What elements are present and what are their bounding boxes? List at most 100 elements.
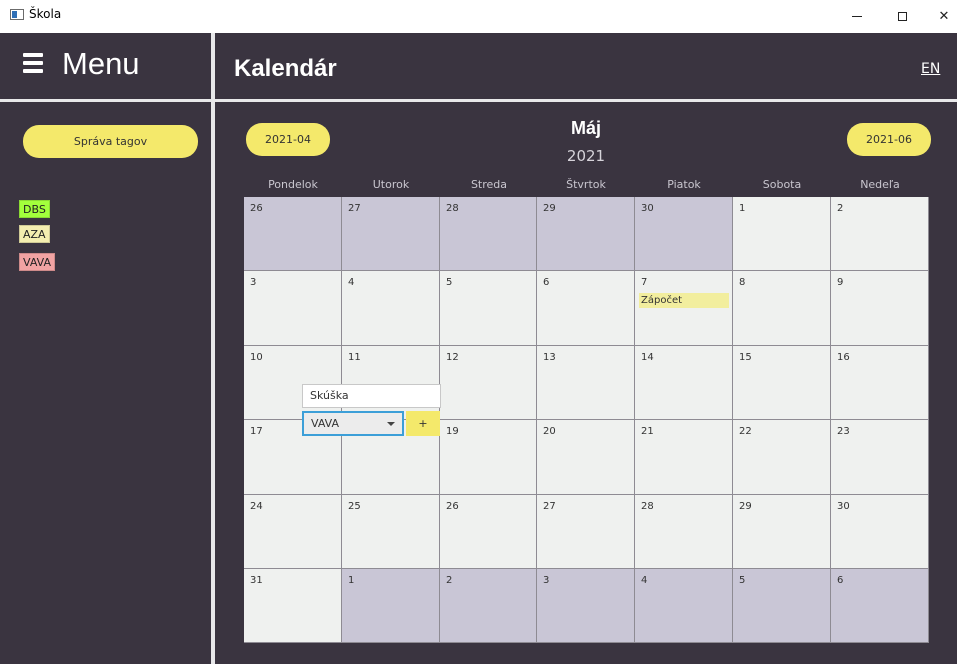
day-number: 11 <box>348 351 361 363</box>
calendar-day-cell[interactable]: 6 <box>831 569 929 644</box>
calendar-day-cell[interactable]: 11 <box>342 345 440 421</box>
calendar-day-cell[interactable]: 13 <box>537 345 635 421</box>
calendar-day-cell[interactable]: 26 <box>244 197 342 272</box>
sidebar: Menu Správa tagov DBS AZA VAVA <box>0 33 211 664</box>
calendar-day-cell[interactable]: 23 <box>831 420 929 495</box>
close-icon: ✕ <box>938 8 950 24</box>
day-number: 29 <box>543 203 556 214</box>
calendar-day-cell[interactable]: 25 <box>342 494 440 569</box>
day-number: 2 <box>446 575 453 586</box>
calendar-day-cell[interactable]: 30 <box>635 197 733 272</box>
calendar-day-cell[interactable]: 3 <box>244 271 342 346</box>
calendar-day-cell[interactable]: 12 <box>440 345 537 421</box>
page-title: Kalendár <box>234 55 337 82</box>
day-number: 28 <box>641 500 654 512</box>
calendar-day-cell[interactable]: 8 <box>733 271 831 346</box>
calendar-day-cell[interactable]: 4 <box>635 569 733 644</box>
day-number: 3 <box>543 575 550 586</box>
calendar-day-cell[interactable]: 28 <box>440 197 537 272</box>
main-panel: Kalendár EN 2021-04 2021-06 Máj 2021 Pon… <box>215 33 957 664</box>
day-number: 4 <box>641 575 648 586</box>
day-number: 4 <box>348 277 355 289</box>
manage-tags-button[interactable]: Správa tagov <box>23 125 198 158</box>
weekday-header: Sobota <box>762 178 802 191</box>
weekday-header: Piatok <box>667 178 701 191</box>
day-number: 24 <box>250 500 263 512</box>
calendar-event[interactable]: Zápočet <box>639 293 729 309</box>
calendar-day-cell[interactable]: 7 Zápočet <box>635 271 733 346</box>
calendar-day-cell[interactable]: 5 <box>440 271 537 346</box>
day-number: 19 <box>446 426 459 438</box>
calendar-day-cell[interactable]: 30 <box>831 494 929 569</box>
day-number: 31 <box>250 575 263 586</box>
calendar-day-cell[interactable]: 1 <box>733 197 831 272</box>
hamburger-icon[interactable] <box>23 53 43 73</box>
sidebar-header: Menu <box>0 33 211 99</box>
calendar-day-cell[interactable]: 10 <box>244 345 342 421</box>
tag-vava[interactable]: VAVA <box>19 253 55 271</box>
event-tag-select[interactable]: VAVA <box>302 411 404 436</box>
calendar-day-cell[interactable]: 3 <box>537 569 635 644</box>
calendar-day-cell[interactable]: 29 <box>733 494 831 569</box>
day-number: 1 <box>739 203 746 214</box>
calendar-day-cell[interactable]: 21 <box>635 420 733 495</box>
day-number: 20 <box>543 426 556 438</box>
day-number: 27 <box>348 203 361 214</box>
calendar-day-cell[interactable]: 31 <box>244 569 342 644</box>
weekday-header: Pondelok <box>268 178 318 191</box>
menu-label[interactable]: Menu <box>62 46 140 82</box>
calendar-day-cell[interactable]: 27 <box>537 494 635 569</box>
day-number: 16 <box>837 351 850 363</box>
day-number: 25 <box>348 500 361 512</box>
day-number: 30 <box>837 500 850 512</box>
tag-dbs[interactable]: DBS <box>19 200 50 218</box>
calendar-day-cell[interactable]: 16 <box>831 345 929 421</box>
day-number: 2 <box>837 203 844 214</box>
day-number: 15 <box>739 351 752 363</box>
day-number: 30 <box>641 203 654 214</box>
day-number: 26 <box>446 500 459 512</box>
calendar-day-cell[interactable]: 2 <box>831 197 929 272</box>
day-number: 5 <box>446 277 453 289</box>
calendar-day-cell[interactable]: 22 <box>733 420 831 495</box>
day-number: 26 <box>250 203 263 214</box>
calendar-day-cell[interactable]: 29 <box>537 197 635 272</box>
day-number: 6 <box>837 575 844 586</box>
day-number: 13 <box>543 351 556 363</box>
weekday-header: Štvrtok <box>566 178 606 191</box>
calendar-day-cell[interactable]: 19 <box>440 420 537 495</box>
header-divider <box>215 99 957 102</box>
event-name-input[interactable]: Skúška <box>302 384 441 408</box>
maximize-button[interactable] <box>879 2 925 30</box>
calendar-day-cell[interactable]: 28 <box>635 494 733 569</box>
calendar-day-cell[interactable]: 20 <box>537 420 635 495</box>
minimize-button[interactable] <box>834 2 880 30</box>
calendar-day-cell[interactable]: 4 <box>342 271 440 346</box>
sidebar-divider <box>0 99 211 102</box>
calendar-day-cell[interactable]: 2 <box>440 569 537 644</box>
calendar-day-cell[interactable]: 26 <box>440 494 537 569</box>
calendar-day-cell[interactable]: 24 <box>244 494 342 569</box>
calendar-day-cell[interactable]: 14 <box>635 345 733 421</box>
day-number: 1 <box>348 575 355 586</box>
day-number: 29 <box>739 500 752 512</box>
day-number: 23 <box>837 426 850 438</box>
calendar-day-cell[interactable]: 9 <box>831 271 929 346</box>
year-label: 2021 <box>566 147 606 165</box>
day-number: 21 <box>641 426 654 438</box>
language-link[interactable]: EN <box>921 61 940 77</box>
close-button[interactable]: ✕ <box>921 2 957 30</box>
calendar-day-cell[interactable]: 5 <box>733 569 831 644</box>
calendar-day-cell[interactable]: 6 <box>537 271 635 346</box>
calendar-day-cell[interactable]: 27 <box>342 197 440 272</box>
day-number: 9 <box>837 277 844 289</box>
day-number: 3 <box>250 277 257 289</box>
calendar-day-cell[interactable]: 15 <box>733 345 831 421</box>
calendar-day-cell[interactable]: 1 <box>342 569 440 644</box>
day-number: 7 <box>641 277 648 289</box>
add-event-button[interactable]: + <box>406 411 440 436</box>
tag-aza[interactable]: AZA <box>19 225 50 243</box>
month-title: Máj <box>570 118 601 138</box>
day-number: 8 <box>739 277 746 289</box>
minimize-icon <box>852 15 862 17</box>
